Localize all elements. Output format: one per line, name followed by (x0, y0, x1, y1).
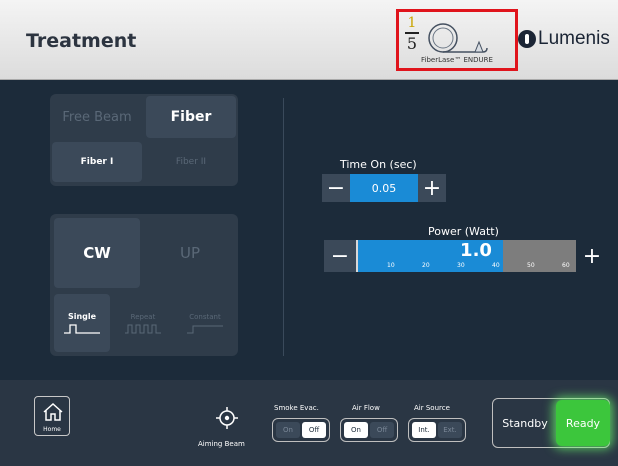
time-on-label: Time On (sec) (340, 158, 417, 171)
air-source-int[interactable]: Int. (412, 422, 436, 438)
air-flow-on[interactable]: On (344, 422, 368, 438)
constant-pulse-icon (187, 325, 223, 333)
fiber-label: FiberLase™ ENDURE (421, 56, 493, 64)
smoke-evac-off[interactable]: Off (302, 422, 326, 438)
lumenis-logo: Lumenis (518, 28, 610, 50)
air-flow-off[interactable]: Off (370, 422, 394, 438)
fiber-count-numerator: 1 (407, 15, 417, 31)
home-icon (43, 402, 63, 421)
repeat-pulse-icon (125, 324, 161, 333)
beam-selector: Free Beam Fiber Fiber I Fiber II (50, 94, 238, 186)
constant-pulse-button[interactable]: Constant (176, 294, 234, 352)
panel-divider (283, 98, 284, 356)
fiber-button[interactable]: Fiber (146, 96, 236, 138)
fiber-coil-icon (428, 23, 488, 53)
smoke-evac-toggle[interactable]: On Off (272, 418, 330, 442)
aiming-beam-icon[interactable] (216, 407, 238, 429)
fiber-1-button[interactable]: Fiber I (52, 142, 142, 182)
single-pulse-label: Single (67, 312, 97, 321)
free-beam-button[interactable]: Free Beam (50, 94, 144, 140)
power-scale-tick: 20 (422, 262, 430, 269)
power-value: 1.0 (460, 240, 492, 261)
fiber-count: 1 5 (405, 15, 419, 53)
repeat-pulse-button[interactable]: Repeat (114, 294, 172, 352)
air-source-toggle[interactable]: Int. Ext. (408, 418, 466, 442)
aiming-beam-label: Aiming Beam (198, 440, 245, 448)
time-on-increase-button[interactable]: + (418, 174, 446, 202)
page-title: Treatment (26, 30, 137, 52)
smoke-evac-label: Smoke Evac. (274, 404, 319, 412)
air-source-label: Air Source (414, 404, 450, 412)
mode-selector: CW UP Single Repeat Constant (50, 214, 238, 356)
power-scale-tick: 30 (457, 262, 465, 269)
power-scale-tick: 40 (492, 262, 500, 269)
time-on-decrease-button[interactable]: − (322, 174, 350, 202)
standby-button[interactable]: Standby (500, 405, 550, 441)
header-bar: Treatment 1 5 FiberLase™ ENDURE Lumenis (0, 0, 618, 80)
home-label: Home (43, 426, 61, 433)
single-pulse-button[interactable]: Single (54, 294, 110, 352)
repeat-pulse-label: Repeat (130, 312, 156, 321)
smoke-evac-on[interactable]: On (276, 422, 300, 438)
power-scale-tick: 60 (562, 262, 570, 269)
air-flow-label: Air Flow (352, 404, 380, 412)
power-slider[interactable]: 1.0 10 20 30 40 50 60 (356, 240, 576, 272)
fiber-indicator[interactable]: 1 5 FiberLase™ ENDURE (396, 9, 518, 71)
power-label: Power (Watt) (428, 225, 499, 238)
cw-button[interactable]: CW (54, 218, 140, 288)
air-source-ext[interactable]: Ext. (438, 422, 462, 438)
time-on-value: 0.05 (350, 174, 418, 202)
home-button[interactable]: Home (34, 396, 70, 436)
lumenis-logo-icon (518, 30, 536, 48)
power-scale-tick: 50 (527, 262, 535, 269)
fiber-2-button[interactable]: Fiber II (146, 142, 236, 182)
up-button[interactable]: UP (146, 218, 234, 288)
fiber-count-denominator: 5 (406, 34, 418, 53)
power-scale-tick: 10 (387, 262, 395, 269)
power-decrease-button[interactable]: − (324, 240, 356, 272)
air-flow-toggle[interactable]: On Off (340, 418, 398, 442)
constant-pulse-label: Constant (189, 312, 221, 321)
power-increase-button[interactable]: + (576, 240, 608, 272)
single-pulse-icon (64, 324, 100, 334)
logo-text: Lumenis (538, 28, 610, 49)
power-slider-marker[interactable] (356, 240, 358, 272)
ready-button[interactable]: Ready (556, 400, 610, 446)
